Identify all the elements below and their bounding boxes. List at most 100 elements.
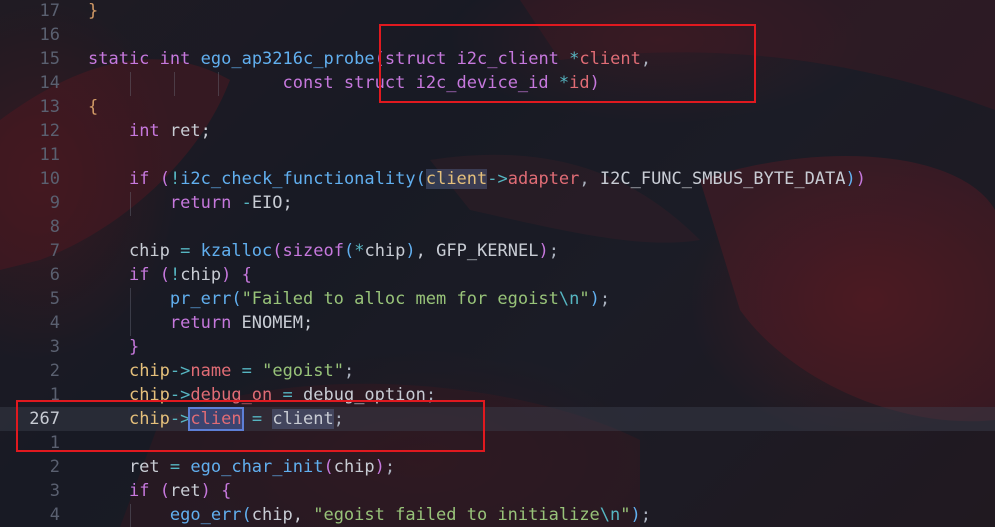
code-line[interactable]: 7 chip = kzalloc(sizeof(*chip), GFP_KERN… — [0, 239, 995, 263]
code-line[interactable]: 16 — [0, 23, 995, 47]
code-token: -> — [169, 361, 191, 381]
code-line[interactable]: 4 ego_err(chip, "egoist failed to initia… — [0, 503, 995, 527]
code-token: "egoist failed to initialize — [313, 505, 600, 525]
code-line[interactable]: 11 — [0, 143, 995, 167]
line-number: 3 — [49, 337, 60, 357]
code-line[interactable]: 2 chip->name = "egoist"; — [0, 359, 995, 383]
code-text[interactable]: const struct i2c_device_id *id) — [88, 71, 599, 95]
code-token: chip — [333, 457, 375, 477]
code-text[interactable]: return -EIO; — [88, 191, 293, 215]
code-token: ! — [169, 265, 181, 285]
code-token: ego_char_init — [190, 457, 324, 477]
code-text[interactable]: static int ego_ap3216c_probe(struct i2c_… — [88, 47, 651, 71]
code-token: "Failed to alloc mem for egoist — [241, 289, 559, 309]
code-token: if — [128, 481, 150, 501]
code-token: ) — [374, 457, 385, 477]
code-token: i2c_device_id — [415, 73, 549, 93]
code-editor[interactable]: 17} 16 15 static int ego_ap3216c_probe(stru… — [0, 0, 995, 527]
code-token: i2c_check_functionality — [180, 169, 416, 189]
code-line[interactable]: 17} — [0, 0, 995, 23]
code-token: ENOMEM; — [231, 313, 314, 333]
line-number: 2 — [49, 457, 60, 477]
code-token: ; — [333, 409, 344, 429]
code-line[interactable]: 8 — [0, 215, 995, 239]
code-token: client — [272, 409, 334, 429]
code-text[interactable]: { — [88, 95, 98, 119]
code-text[interactable]: } — [88, 335, 139, 359]
code-line[interactable]: 14 const struct i2c_device_id *id) — [0, 71, 995, 95]
code-line[interactable]: 9 return -EIO; — [0, 191, 995, 215]
code-line[interactable]: 12 int ret; — [0, 119, 995, 143]
code-token: struct — [384, 49, 447, 69]
code-token: id — [569, 73, 590, 93]
code-text[interactable]: pr_err("Failed to alloc mem for egoist\n… — [88, 287, 610, 311]
code-line[interactable]: 1 — [0, 431, 995, 455]
code-token: client — [579, 49, 641, 69]
line-number: 4 — [49, 505, 60, 525]
code-text[interactable]: if (!chip) { — [88, 263, 252, 287]
code-text[interactable]: chip = kzalloc(sizeof(*chip), GFP_KERNEL… — [88, 239, 559, 263]
code-token: debug_on — [190, 385, 273, 405]
code-token: chip — [128, 385, 170, 405]
code-line[interactable]: 5 pr_err("Failed to alloc mem for egoist… — [0, 287, 995, 311]
line-number: 14 — [39, 73, 60, 93]
code-token: } — [88, 1, 99, 21]
code-token: ( — [323, 457, 334, 477]
code-token: kzalloc — [200, 241, 273, 261]
code-line[interactable]: 13 { — [0, 95, 995, 119]
code-text[interactable]: return ENOMEM; — [88, 311, 313, 335]
code-line[interactable]: 3 } — [0, 335, 995, 359]
code-token: ego_err — [169, 505, 242, 525]
code-token: ) — [630, 505, 641, 525]
code-token: ret — [169, 481, 201, 501]
code-text[interactable]: ret = ego_char_init(chip); — [88, 455, 395, 479]
code-token: , — [640, 49, 652, 69]
code-token: ) — [200, 481, 211, 501]
code-token: ( — [231, 289, 242, 309]
code-token: EIO; — [251, 193, 293, 213]
code-text[interactable]: chip->clien = client; — [88, 407, 344, 431]
code-token: chip — [364, 241, 406, 261]
code-token: , — [579, 169, 600, 189]
code-text[interactable]: chip->name = "egoist"; — [88, 359, 354, 383]
code-token: ; — [425, 385, 437, 405]
code-line[interactable]: 1 chip->debug_on = debug_option; — [0, 383, 995, 407]
code-token: ) — [855, 169, 867, 189]
code-text[interactable]: if (!i2c_check_functionality(client->ada… — [88, 167, 866, 191]
code-line-current[interactable]: 267 chip->clien = client; — [0, 407, 995, 431]
code-line[interactable]: 4 return ENOMEM; — [0, 311, 995, 335]
code-token: , GFP_KERNEL — [415, 241, 539, 261]
code-text[interactable]: chip->debug_on = debug_option; — [88, 383, 436, 407]
code-line[interactable]: 3 if (ret) { — [0, 479, 995, 503]
code-token: = — [180, 241, 191, 261]
code-line[interactable]: 2 ret = ego_char_init(chip); — [0, 455, 995, 479]
code-token: name — [190, 361, 232, 381]
code-token: * — [569, 49, 580, 69]
code-token: I2C_FUNC_SMBUS_BYTE_DATA — [599, 169, 846, 189]
code-text[interactable]: int ret; — [88, 119, 211, 143]
code-token: if — [128, 265, 150, 285]
line-number: 1 — [49, 385, 60, 405]
code-token: \n — [599, 505, 621, 525]
code-text[interactable]: } — [88, 0, 98, 23]
code-text[interactable]: ego_err(chip, "egoist failed to initiali… — [88, 503, 651, 527]
code-token: ego_ap3216c_probe — [200, 49, 375, 69]
code-line[interactable]: 10 if (!i2c_check_functionality(client->… — [0, 167, 995, 191]
code-line[interactable]: 6 if (!chip) { — [0, 263, 995, 287]
code-text[interactable]: if (ret) { — [88, 479, 231, 503]
code-token: client — [425, 169, 488, 189]
code-line[interactable]: 15 static int ego_ap3216c_probe(struct i2… — [0, 47, 995, 71]
code-token: - — [241, 193, 252, 213]
